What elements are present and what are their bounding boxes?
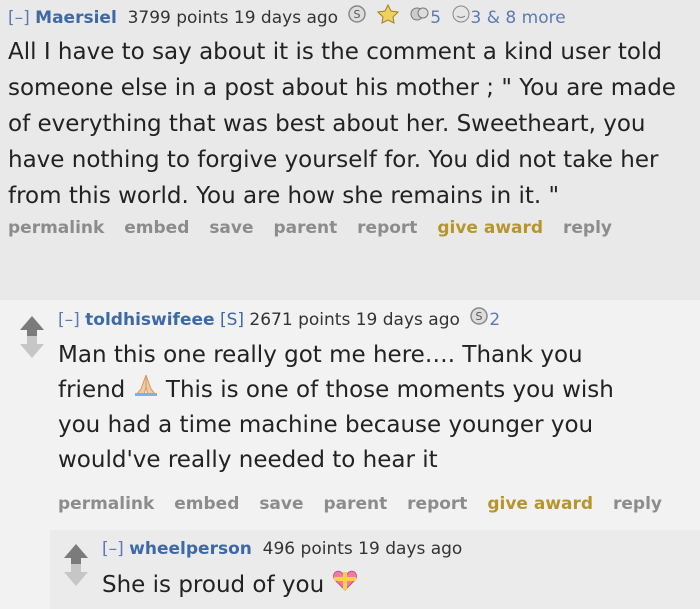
report-button[interactable]: report xyxy=(357,218,417,238)
score: 2671 points xyxy=(249,310,351,330)
heart-with-ribbon-icon xyxy=(332,568,358,603)
comment-body: She is proud of you xyxy=(102,568,692,603)
vote-arrows xyxy=(64,544,88,586)
praying-hands-icon xyxy=(133,373,159,408)
timestamp[interactable]: 19 days ago xyxy=(356,310,460,330)
svg-text:S: S xyxy=(354,8,361,21)
permalink-button[interactable]: permalink xyxy=(58,494,154,514)
save-button[interactable]: save xyxy=(209,218,253,238)
score: 496 points xyxy=(262,539,353,559)
helpful-award-icon[interactable] xyxy=(408,4,430,32)
comment-tagline: [–] wheelperson 496 points 19 days ago xyxy=(102,536,692,562)
author-link[interactable]: wheelperson xyxy=(129,539,252,559)
silver-award-icon[interactable]: S xyxy=(469,306,489,334)
comment-body: All I have to say about it is the commen… xyxy=(8,39,676,209)
author-link[interactable]: Maersiel xyxy=(35,8,117,28)
comment-tagline: [–] toldhiswifeee [S] 2671 points 19 day… xyxy=(58,306,694,332)
downvote-arrow-icon[interactable] xyxy=(20,336,44,358)
timestamp[interactable]: 19 days ago xyxy=(234,8,338,28)
parent-button[interactable]: parent xyxy=(323,494,387,514)
report-button[interactable]: report xyxy=(407,494,467,514)
comment-text: She is proud of you xyxy=(102,572,325,598)
parent-button[interactable]: parent xyxy=(273,218,337,238)
gold-award-icon[interactable] xyxy=(376,3,399,32)
award-count: 2 xyxy=(489,310,501,330)
comment-body: Man this one really got me here…. Thank … xyxy=(58,338,694,478)
collapse-toggle[interactable]: [–] xyxy=(8,8,30,28)
comment-line: would've really needed to hear it xyxy=(58,447,438,473)
embed-button[interactable]: embed xyxy=(174,494,239,514)
upvote-arrow-icon[interactable] xyxy=(64,544,88,566)
svg-text:S: S xyxy=(476,310,483,323)
award-count: 5 xyxy=(430,8,442,28)
permalink-button[interactable]: permalink xyxy=(8,218,104,238)
vote-arrows xyxy=(20,316,44,358)
comment-buttons: permalink embed save parent report give … xyxy=(8,214,694,242)
author-link[interactable]: toldhiswifeee xyxy=(85,310,214,330)
reply-button[interactable]: reply xyxy=(563,218,612,238)
downvote-arrow-icon[interactable] xyxy=(64,564,88,586)
award-count-more[interactable]: 3 & 8 more xyxy=(471,8,566,28)
upvote-arrow-icon[interactable] xyxy=(20,316,44,338)
give-award-button[interactable]: give award xyxy=(487,494,593,514)
score: 3799 points xyxy=(127,8,229,28)
submitter-tag: [S] xyxy=(219,310,245,330)
comment-line: Man this one really got me here…. Thank … xyxy=(58,342,583,368)
comment-wheelperson: [–] wheelperson 496 points 19 days ago S… xyxy=(50,530,700,609)
comment-maersiel: [–] Maersiel 3799 points 19 days ago S 5… xyxy=(8,3,694,242)
give-award-button[interactable]: give award xyxy=(437,218,543,238)
embed-button[interactable]: embed xyxy=(124,218,189,238)
comment-text: friend xyxy=(58,377,126,403)
collapse-toggle[interactable]: [–] xyxy=(102,539,124,559)
comment-buttons: permalink embed save parent report give … xyxy=(58,490,694,518)
collapse-toggle[interactable]: [–] xyxy=(58,310,80,330)
silver-award-icon[interactable]: S xyxy=(347,4,367,32)
wholesome-award-icon[interactable] xyxy=(451,4,471,32)
save-button[interactable]: save xyxy=(259,494,303,514)
reply-button[interactable]: reply xyxy=(613,494,662,514)
comment-tagline: [–] Maersiel 3799 points 19 days ago S 5… xyxy=(8,3,694,32)
comment-text: This is one of those moments you wish xyxy=(165,377,614,403)
comment-line: friend This is one of those moments you … xyxy=(58,373,694,408)
timestamp[interactable]: 19 days ago xyxy=(358,539,462,559)
comment-line: you had a time machine because younger y… xyxy=(58,412,594,438)
